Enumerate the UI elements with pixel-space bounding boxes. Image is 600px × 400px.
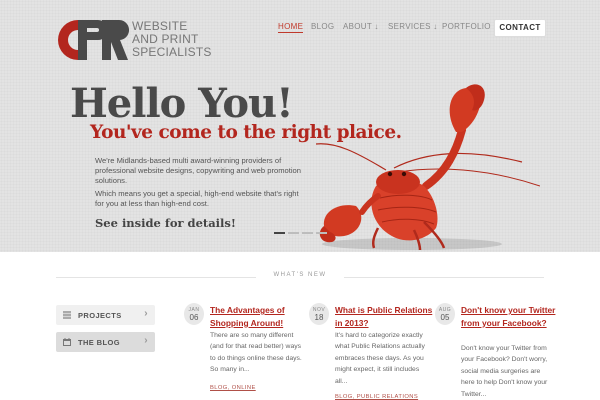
chevron-right-icon: ›: [144, 335, 148, 346]
post-day: 18: [314, 313, 324, 322]
calendar-icon: [63, 338, 71, 346]
lobster-image: [316, 84, 540, 251]
sidebar-blog-label: THE BLOG: [78, 338, 120, 347]
nav-portfolio[interactable]: PORTFOLIO: [442, 22, 491, 31]
slider-dot-3[interactable]: [302, 232, 313, 234]
post-date-badge: JAN 06: [184, 303, 204, 325]
slider-dot-4[interactable]: [316, 232, 327, 234]
divider-line-left: [56, 277, 256, 278]
hero-banner: WEBSITE AND PRINT SPECIALISTS HOME BLOG …: [0, 0, 600, 252]
hero-paragraph-2: Which means you get a special, high-end …: [95, 189, 299, 208]
hero-title: Hello You!: [70, 80, 294, 127]
nav-about[interactable]: ABOUT ↓: [343, 22, 379, 31]
post-date-badge: NOV 18: [309, 303, 329, 325]
post-title-link[interactable]: Don't know your Twitter from your Facebo…: [461, 304, 561, 329]
slider-dot-2[interactable]: [288, 232, 299, 234]
nav-blog[interactable]: BLOG: [311, 22, 334, 31]
cpr-logo-mark: [58, 19, 130, 60]
post-date-badge: AUG 05: [435, 303, 455, 325]
nav-services[interactable]: SERVICES ↓: [388, 22, 438, 31]
sidebar-blog-button[interactable]: THE BLOG ›: [56, 332, 155, 352]
post-excerpt: Don't know your Twitter from your Facebo…: [461, 345, 548, 398]
post-excerpt: It's hard to categorize exactly what Pub…: [335, 332, 425, 385]
whats-new-label: WHAT'S NEW: [273, 272, 327, 278]
post-day: 06: [189, 313, 199, 322]
contact-button[interactable]: CONTACT: [494, 19, 546, 37]
post-day: 05: [440, 313, 450, 322]
divider-line-right: [344, 277, 544, 278]
grid-icon: [63, 311, 71, 319]
post-tags[interactable]: BLOG, ONLINE: [210, 385, 256, 391]
hero-cta[interactable]: See inside for details!: [95, 216, 236, 230]
post-excerpt: There are so many different (and for tha…: [210, 332, 302, 374]
post-title-link[interactable]: What is Public Relations in 2013?: [335, 304, 435, 329]
post-title-link[interactable]: The Advantages of Shopping Around!: [210, 304, 310, 329]
slider-pagination: [274, 232, 328, 235]
whats-new-divider: WHAT'S NEW: [0, 272, 600, 282]
nav-home[interactable]: HOME: [278, 22, 304, 33]
logo-line-3: SPECIALISTS: [132, 45, 212, 59]
cpr-logo[interactable]: WEBSITE AND PRINT SPECIALISTS: [56, 18, 236, 64]
slider-dot-1[interactable]: [274, 232, 285, 234]
sidebar-projects-button[interactable]: PROJECTS ›: [56, 305, 155, 325]
hero-paragraph-1: We're Midlands-based multi award-winning…: [95, 156, 301, 185]
post-tags[interactable]: BLOG, PUBLIC RELATIONS: [335, 394, 418, 400]
sidebar-projects-label: PROJECTS: [78, 311, 122, 320]
logo-tagline: WEBSITE AND PRINT SPECIALISTS: [132, 20, 212, 59]
chevron-right-icon: ›: [144, 308, 148, 319]
